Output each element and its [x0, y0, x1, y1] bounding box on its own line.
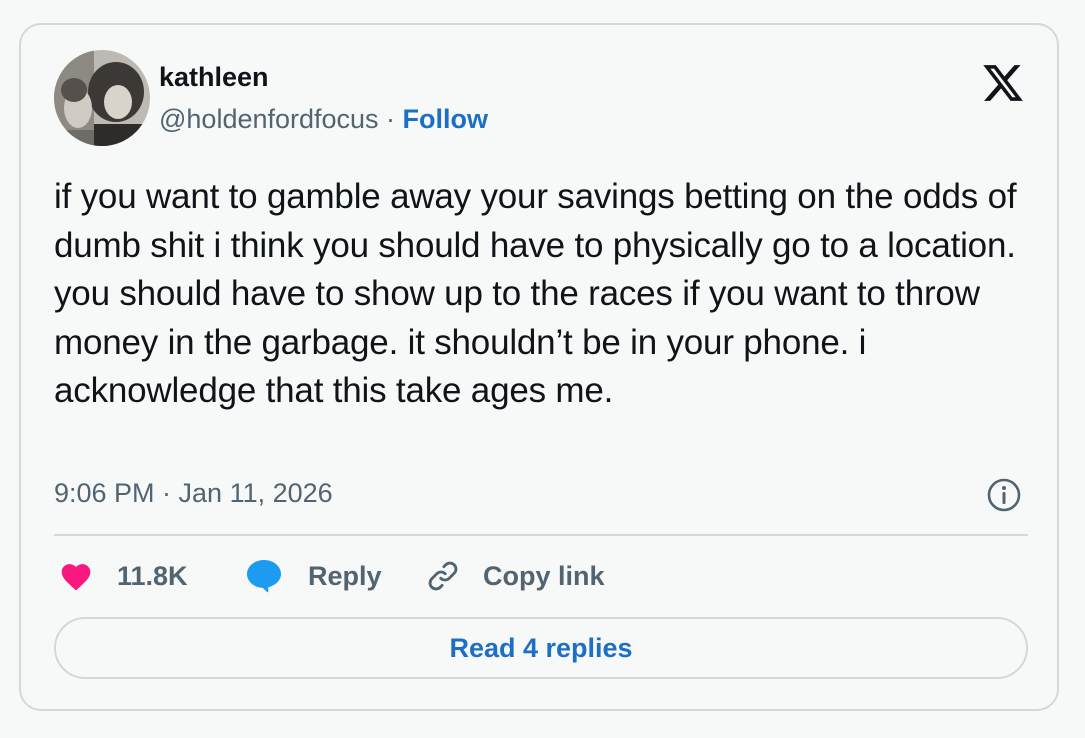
read-replies-button[interactable]: Read 4 replies	[54, 617, 1028, 679]
copy-link-label: Copy link	[483, 561, 605, 591]
handle-separator: ·	[378, 104, 403, 134]
tweet-body-text: if you want to gamble away your savings …	[54, 177, 1017, 410]
follow-link[interactable]: Follow	[403, 104, 488, 134]
link-icon	[428, 561, 458, 591]
author-display-name[interactable]: kathleen	[159, 61, 269, 93]
tweet-card: kathleen @holdenfordfocus · Follow if yo…	[19, 23, 1059, 711]
author-handle-line: @holdenfordfocus · Follow	[159, 103, 488, 135]
divider	[54, 534, 1028, 536]
heart-icon	[61, 564, 91, 591]
reply-label: Reply	[308, 561, 382, 591]
reply-button[interactable]: Reply	[245, 557, 382, 595]
x-logo-icon[interactable]	[981, 61, 1025, 105]
author-handle[interactable]: @holdenfordfocus	[159, 104, 379, 134]
like-count: 11.8K	[117, 561, 188, 591]
copy-link-button[interactable]: Copy link	[425, 557, 605, 595]
tweet-timestamp[interactable]: 9:06 PM · Jan 11, 2026	[54, 477, 333, 509]
speech-bubble-icon	[247, 560, 281, 593]
like-button[interactable]: 11.8K	[59, 557, 188, 595]
info-icon[interactable]	[986, 477, 1022, 513]
avatar-image	[54, 50, 150, 146]
avatar[interactable]	[54, 50, 150, 146]
